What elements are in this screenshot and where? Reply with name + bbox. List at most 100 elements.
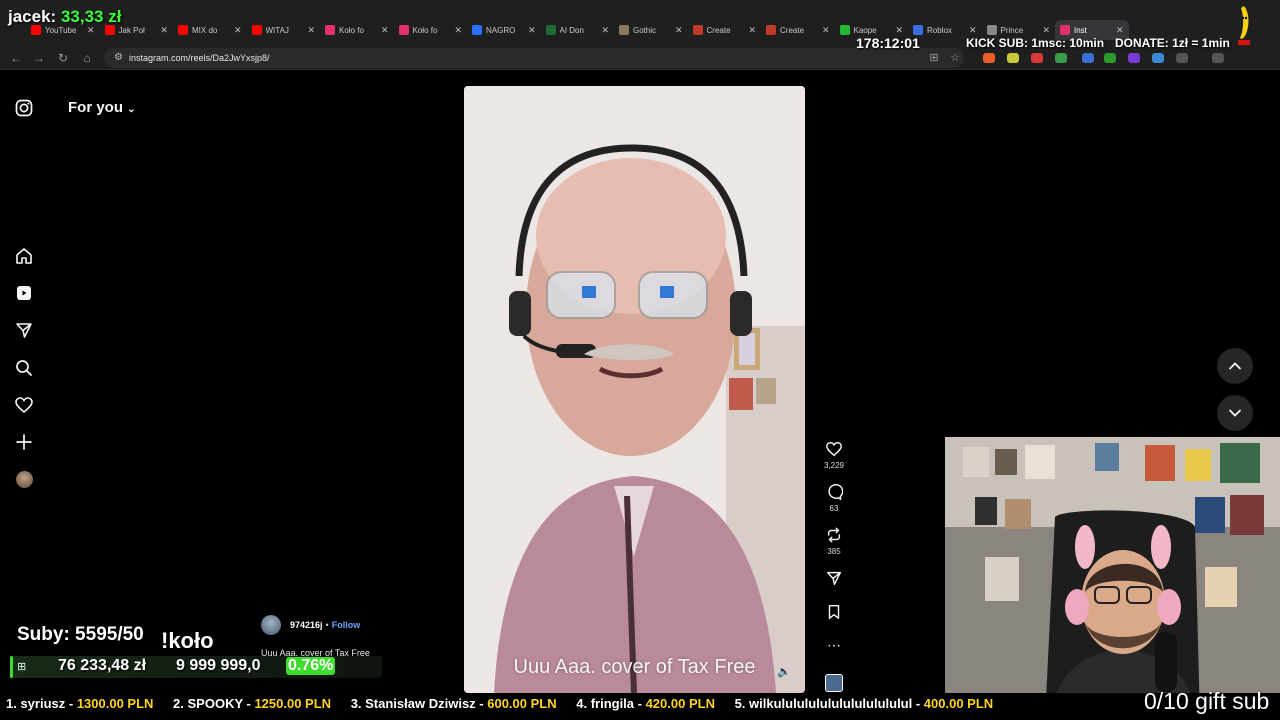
tab-favicon-icon [251,25,262,35]
instagram-logo-icon[interactable] [14,98,34,118]
home-icon[interactable] [14,246,34,266]
browser-tab[interactable]: WITAJ ✕ [247,20,321,40]
tab-title: WITAJ [265,25,289,35]
donation-goal-fill [10,656,13,678]
reload-icon[interactable]: ↻ [55,50,71,66]
tab-favicon-icon [619,25,629,35]
home-icon[interactable]: ⌂ [79,50,95,66]
leaderboard-entry: 4. fringila - 420.00 PLN [576,696,715,711]
leaderboard-entry: 5. wilkulululululululululululul - 400.00… [734,696,994,711]
extensions-puzzle-icon[interactable] [1176,53,1188,63]
browser-tab[interactable]: Koło fo ✕ [320,20,394,40]
close-tab-icon[interactable]: ✕ [822,25,830,36]
extension-icon[interactable] [1128,53,1140,63]
extension-icon[interactable] [1104,53,1116,63]
address-bar[interactable]: ⚙ instagram.com/reels/Da2JwYxsjp8/ [104,48,964,68]
chevron-down-icon [1229,409,1241,417]
extension-icon[interactable] [1007,53,1019,63]
more-options-icon[interactable]: ⋯ [820,638,848,652]
close-tab-icon[interactable]: ✕ [528,25,536,36]
save-button[interactable] [820,603,848,621]
extension-icon[interactable] [1055,53,1067,63]
tab-title: NAGRO [486,25,516,35]
extension-icon[interactable] [1031,53,1043,63]
reel-author: 974216j • Follow [261,615,360,635]
follow-button[interactable]: Follow [332,620,361,630]
reel-video[interactable]: Uuu Aaa. cover of Tax Free 🔈 [464,86,805,693]
tab-favicon-icon [472,25,482,35]
tab-favicon-icon [325,25,335,35]
create-plus-icon[interactable] [14,432,34,452]
close-tab-icon[interactable]: ✕ [1116,25,1124,36]
browser-tab[interactable]: NAGRO ✕ [467,20,541,40]
close-tab-icon[interactable]: ✕ [601,25,609,36]
browser-tab[interactable]: Koło fo ✕ [394,20,468,40]
tab-favicon-icon [545,25,556,35]
webcam-feed [945,437,1280,720]
feed-selector[interactable]: For you ⌄ [68,99,136,116]
tab-list: YouTube ✕ Jak Poł ✕ MIX do ✕ WITAJ ✕ Koło fo ✕ Koł… [26,20,1129,40]
comment-button[interactable]: 63 [820,483,848,513]
bookmark-star-icon[interactable]: ☆ [947,50,963,66]
extension-icon[interactable] [983,53,995,63]
author-username[interactable]: 974216j [290,620,323,630]
like-button[interactable]: 3,229 [820,440,848,470]
video-caption-text: Uuu Aaa. cover of Tax Free [513,656,756,678]
browser-tab[interactable]: AI Don ✕ [541,20,615,40]
browser-tab[interactable]: Create ✕ [688,20,762,40]
donation-goal-bar: ⊞ 76 233,48 zł 9 999 999,0 0.76% [10,656,382,678]
leaderboard-entry: 3. Stanisław Dziwisz - 600.00 PLN [350,696,557,711]
menu-icon[interactable] [1212,53,1224,63]
tab-title: Prince [1000,25,1024,35]
extension-icon[interactable] [1082,53,1094,63]
close-tab-icon[interactable]: ✕ [454,25,462,36]
close-tab-icon[interactable]: ✕ [234,25,242,36]
share-icon [826,571,842,586]
notifications-heart-icon[interactable] [14,395,34,415]
feed-title: For you [68,99,123,116]
volume-icon[interactable]: 🔈 [777,665,791,678]
profile-avatar[interactable] [16,471,33,488]
close-tab-icon[interactable]: ✕ [1042,25,1050,36]
previous-reel-button[interactable] [1217,348,1253,384]
search-icon[interactable] [14,358,34,378]
tab-title: Create [780,25,805,35]
tab-favicon-icon [398,25,409,35]
donate-rate: DONATE: 1zł = 1min [1115,36,1230,50]
extension-icon[interactable] [1152,53,1164,63]
top-donor-label: jacek: 33,33 zł [8,7,121,27]
browser-tab[interactable]: MIX do ✕ [173,20,247,40]
browser-tab[interactable]: Gothic ✕ [614,20,688,40]
tab-title: AI Don [559,25,584,35]
tab-title: MIX do [192,25,218,35]
close-tab-icon[interactable]: ✕ [969,25,977,36]
tab-title: Gothic [633,25,657,35]
author-avatar[interactable] [261,615,281,635]
close-tab-icon[interactable]: ✕ [675,25,683,36]
tab-title: Inst [1074,25,1087,35]
tab-title: Koło fo [412,25,438,35]
close-tab-icon[interactable]: ✕ [307,25,315,36]
close-tab-icon[interactable]: ✕ [895,25,903,36]
close-tab-icon[interactable]: ✕ [748,25,756,36]
back-icon[interactable]: ← [8,50,24,66]
audio-thumbnail[interactable] [825,674,843,692]
install-icon[interactable]: ⊞ [926,50,942,66]
browser-tab[interactable]: Create ✕ [761,20,835,40]
subathon-timer: 178:12:01 [856,35,920,51]
share-button[interactable] [820,569,848,587]
forward-icon[interactable]: → [31,50,47,66]
close-tab-icon[interactable]: ✕ [381,25,389,36]
repost-button[interactable]: 385 [820,526,848,556]
webcam-frame [945,437,1280,720]
close-tab-icon[interactable]: ✕ [160,25,168,36]
donation-leaderboard: 1. syriusz - 1300.00 PLN 2. SPOOKY - 125… [0,693,1280,720]
subscriber-goal: Suby: 5595/50 [17,624,144,645]
messages-icon[interactable] [14,320,34,340]
tab-favicon-icon [1060,25,1070,35]
reels-icon[interactable] [14,283,34,303]
next-reel-button[interactable] [1217,395,1253,431]
separator-dot: • [325,620,329,630]
chevron-up-icon [1229,362,1241,370]
site-info-icon[interactable]: ⚙ [114,52,123,63]
